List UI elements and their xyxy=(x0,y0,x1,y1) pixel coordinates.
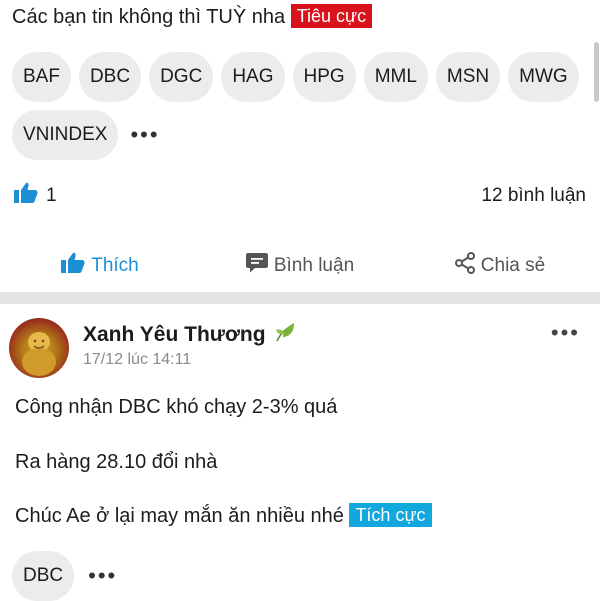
post-text-line: Công nhận DBC khó chạy 2-3% quá xyxy=(15,396,338,418)
ticker-chip[interactable]: MWG xyxy=(508,52,579,102)
more-tickers-button[interactable]: ••• xyxy=(84,551,117,601)
share-button-label: Chia sẻ xyxy=(480,255,546,276)
leaf-icon xyxy=(274,320,298,350)
post-text-line: Ra hàng 28.10 đổi nhà xyxy=(15,451,218,473)
post-divider xyxy=(0,292,600,304)
ticker-chip[interactable]: HPG xyxy=(292,52,356,102)
ticker-chip[interactable]: MML xyxy=(363,52,428,102)
engagement-row: 1 12 bình luận xyxy=(14,182,586,210)
sentiment-badge-positive: Tích cực xyxy=(349,503,432,527)
ticker-chip[interactable]: HAG xyxy=(221,52,285,102)
ticker-chip[interactable]: VNINDEX xyxy=(12,110,119,160)
scrollbar-thumb[interactable] xyxy=(594,42,599,102)
post-text-line: Chúc Ae ở lại may mắn ăn nhiều nhé Tích … xyxy=(15,503,432,528)
like-count[interactable]: 1 xyxy=(14,182,57,210)
avatar[interactable] xyxy=(9,318,69,378)
ticker-chips: BAF DBC DGC HAG HPG MML MSN MWG VNINDEX … xyxy=(12,52,592,160)
ticker-chip[interactable]: DBC xyxy=(78,52,142,102)
comment-button-label: Bình luận xyxy=(273,255,355,276)
ticker-chip[interactable]: BAF xyxy=(12,52,71,102)
author-name[interactable]: Xanh Yêu Thương xyxy=(83,320,298,350)
post-text-content: Các bạn tin không thì TUỲ nha xyxy=(12,6,286,28)
action-bar: Thích Bình luận Chia sẻ xyxy=(0,240,600,292)
comment-count[interactable]: 12 bình luận xyxy=(481,185,586,207)
share-button[interactable]: Chia sẻ xyxy=(400,252,600,280)
ticker-chips: DBC ••• xyxy=(12,551,117,601)
post-options-button[interactable]: ••• xyxy=(551,320,580,346)
post-text-content: Chúc Ae ở lại may mắn ăn nhiều nhé xyxy=(15,505,344,527)
ticker-chip[interactable]: MSN xyxy=(435,52,501,102)
more-tickers-button[interactable]: ••• xyxy=(126,110,159,160)
comment-icon xyxy=(245,253,268,279)
like-button[interactable]: Thích xyxy=(0,252,200,280)
share-icon xyxy=(454,252,475,280)
post-timestamp: 17/12 lúc 14:11 xyxy=(83,351,192,368)
ticker-chip[interactable]: DGC xyxy=(149,52,214,102)
post-text: Các bạn tin không thì TUỲ nha Tiêu cực xyxy=(12,3,373,31)
author-name-text: Xanh Yêu Thương xyxy=(83,323,266,346)
comment-button[interactable]: Bình luận xyxy=(200,253,400,279)
ticker-chip[interactable]: DBC xyxy=(12,551,75,601)
thumbs-up-icon xyxy=(61,252,85,280)
sentiment-badge-negative: Tiêu cực xyxy=(290,4,373,28)
like-count-value: 1 xyxy=(46,185,57,206)
like-button-label: Thích xyxy=(91,255,139,276)
thumbs-up-icon xyxy=(14,182,38,210)
